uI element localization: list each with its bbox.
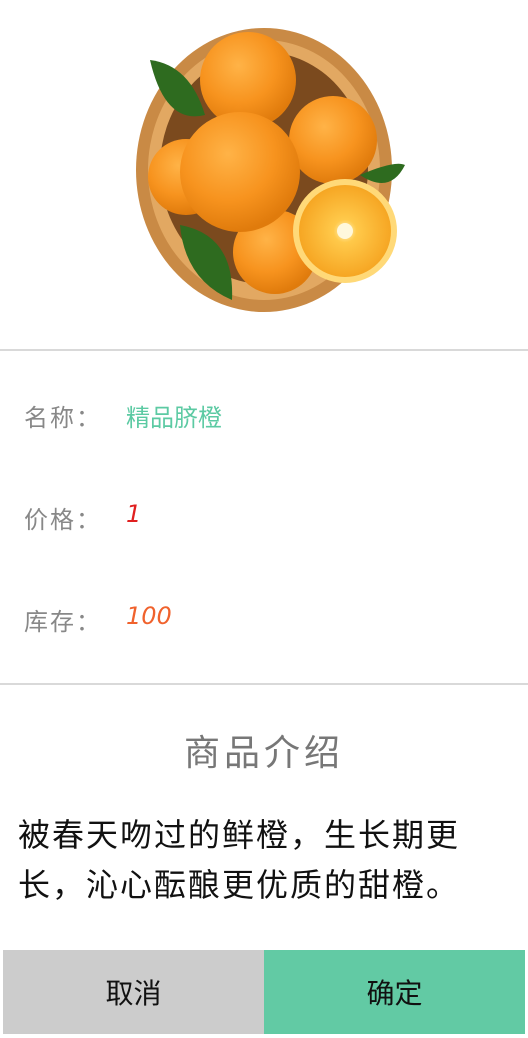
- divider-middle: [0, 683, 528, 685]
- price-value: 1: [126, 500, 142, 528]
- divider-top: [0, 349, 528, 351]
- name-value: 精品脐橙: [126, 404, 222, 432]
- cancel-button[interactable]: 取消: [3, 950, 264, 1034]
- confirm-button[interactable]: 确定: [264, 950, 525, 1034]
- field-price-row: 价格： 1: [0, 494, 528, 534]
- orange-basket-image: [136, 28, 405, 312]
- stock-value: 100: [126, 602, 172, 630]
- field-name-row: 名称： 精品脐橙: [0, 392, 528, 432]
- stock-label: 库存：: [24, 608, 102, 636]
- product-image: [0, 0, 528, 349]
- name-label: 名称：: [24, 404, 102, 432]
- field-stock-row: 库存： 100: [0, 596, 528, 636]
- intro-body: 被春天吻过的鲜橙，生长期更长，沁心酝酿更优质的甜橙。: [18, 816, 461, 904]
- intro-title: 商品介绍: [183, 733, 344, 774]
- price-label: 价格：: [24, 506, 102, 534]
